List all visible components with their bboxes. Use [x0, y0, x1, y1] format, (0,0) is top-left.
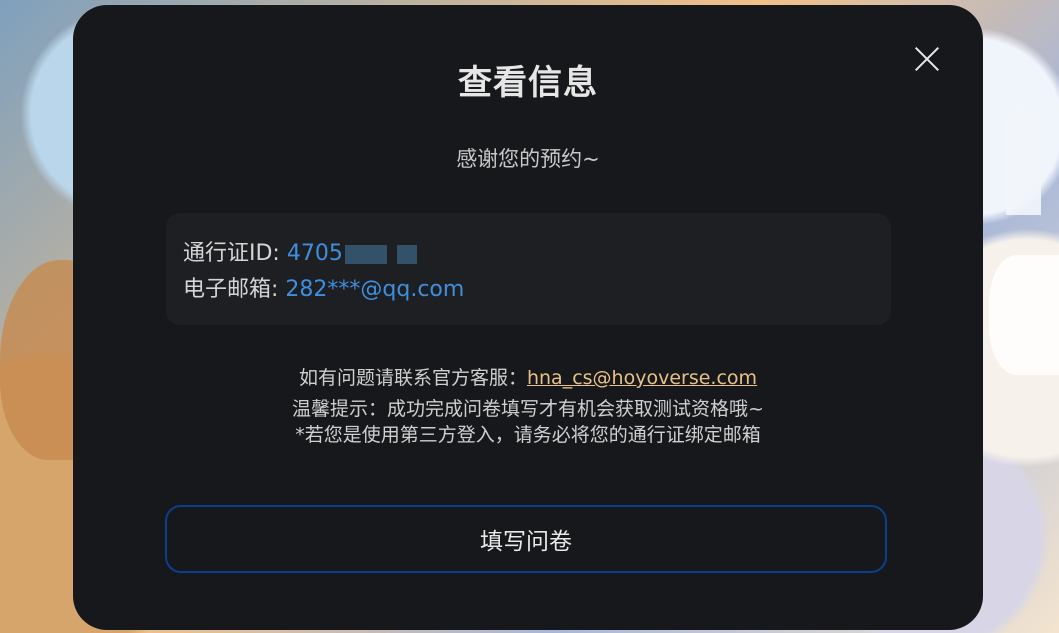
survey-tip: 温馨提示：成功完成问卷填写才有机会获取测试资格哦~	[292, 398, 764, 420]
modal-subtitle: 感谢您的预约~	[456, 147, 600, 171]
redaction-block	[344, 244, 387, 264]
fill-survey-button[interactable]: 填写问卷	[165, 505, 887, 573]
support-contact: 如有问题请联系官方客服：hna_cs@hoyoverse.com	[73, 363, 983, 390]
background-tower	[1006, 105, 1041, 215]
email-row: 电子邮箱: 282***@qq.com	[183, 271, 464, 303]
account-info-box: 通行证ID: 4705 电子邮箱: 282***@qq.com	[166, 213, 891, 325]
support-email-link[interactable]: hna_cs@hoyoverse.com	[527, 367, 757, 389]
binding-notice: *若您是使用第三方登入，请务必将您的通行证绑定邮箱	[295, 424, 761, 446]
email-label: 电子邮箱:	[183, 277, 286, 302]
passport-id: 4705	[286, 241, 343, 266]
passport-row: 通行证ID: 4705	[183, 235, 417, 267]
redaction-block	[396, 244, 417, 264]
modal-title: 查看信息	[458, 63, 598, 103]
email-value: 282***@qq.com	[285, 277, 465, 302]
background-character-right	[989, 255, 1059, 375]
support-prefix: 如有问题请联系官方客服：	[298, 367, 527, 389]
info-modal: 查看信息 感谢您的预约~ 通行证ID: 4705 电子邮箱: 282***@qq…	[73, 5, 983, 630]
passport-label: 通行证ID:	[183, 241, 287, 266]
